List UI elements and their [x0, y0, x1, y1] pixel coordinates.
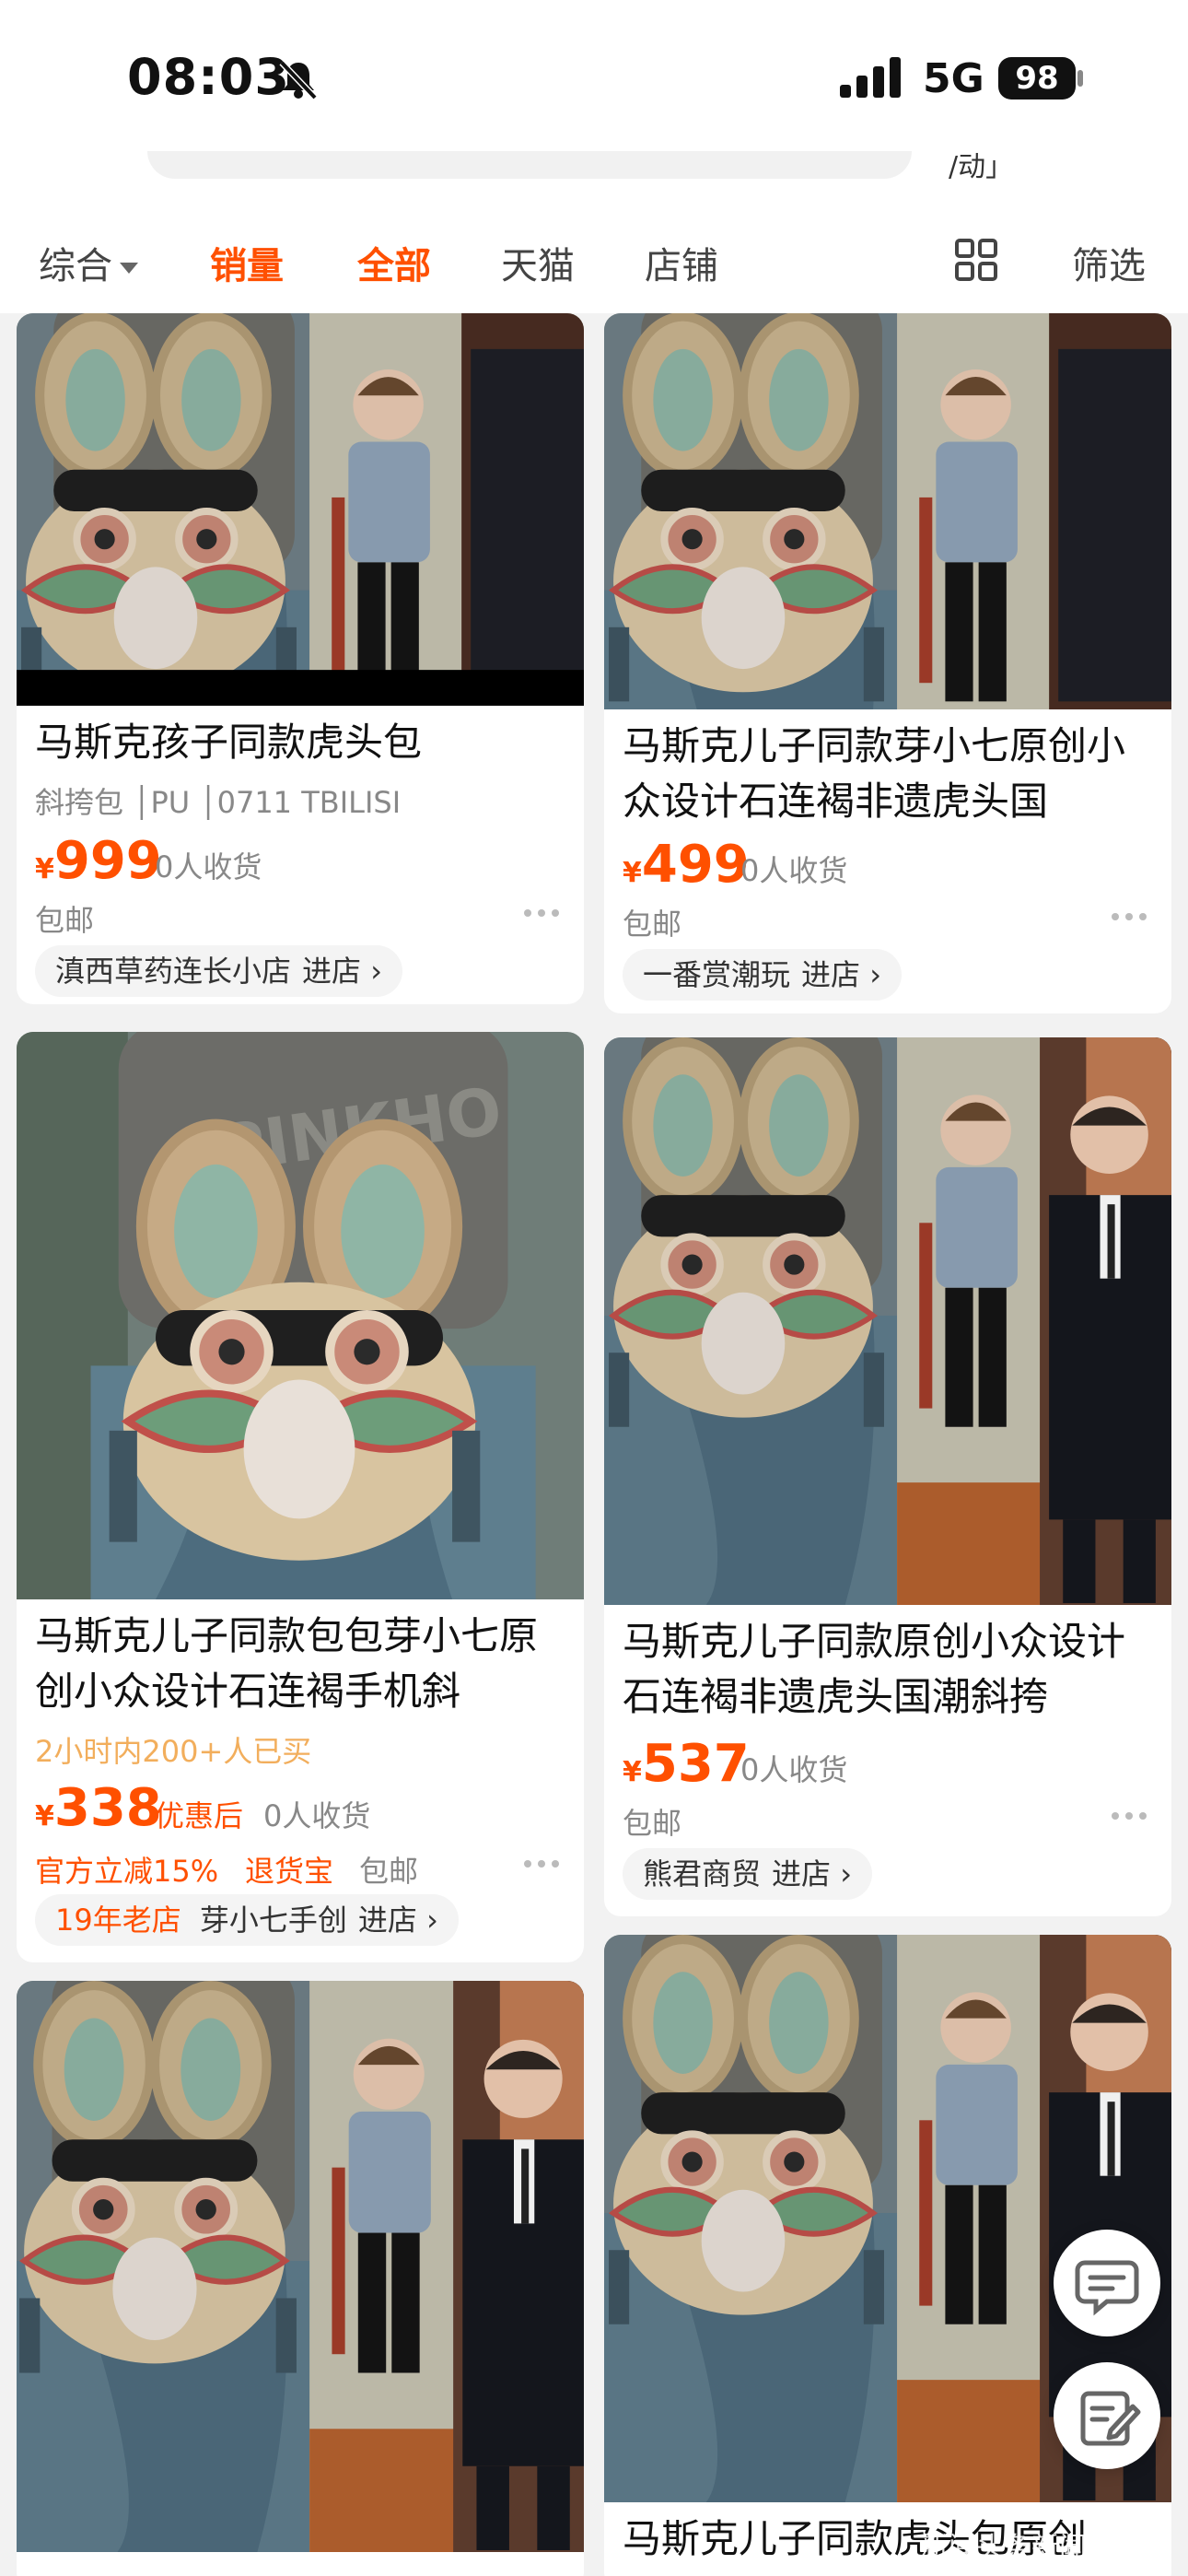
enter-shop-label: 进店 › [357, 1903, 438, 1938]
feedback-button[interactable] [1054, 2362, 1160, 2469]
more-options-icon[interactable] [1111, 912, 1147, 921]
product-title[interactable]: 马斯克儿子同款包包芽小七原创小众设计石连褐手机斜 [35, 1609, 565, 1719]
discount-label: 优惠后 [155, 1798, 244, 1833]
price-value: 537 [641, 1734, 750, 1794]
price-value: 338 [53, 1778, 162, 1838]
product-price: ¥999 [35, 831, 162, 891]
shop-link[interactable]: 熊君商贸 进店 › [623, 1848, 872, 1900]
sold-count: 0人收货 [155, 849, 262, 884]
enter-shop-label: 进店 › [772, 1856, 852, 1891]
shop-name: 滇西草药连长小店 [55, 954, 292, 989]
shop-name: 芽小七手创 [199, 1903, 347, 1938]
product-title[interactable]: 马斯克孩子同款虎头包 [35, 715, 565, 770]
price-value: 499 [641, 835, 750, 895]
silent-bell-icon [279, 60, 318, 100]
recent-purchases: 2小时内200+人已买 [35, 1734, 312, 1769]
product-image[interactable] [604, 313, 1171, 709]
shop-name: 熊君商贸 [643, 1856, 762, 1891]
search-trailing-text: /动」 [949, 151, 1014, 183]
shop-link[interactable]: 一番赏潮玩 进店 › [623, 949, 902, 1001]
filter-sort-comprehensive[interactable]: 综合 [39, 236, 138, 289]
filter-tmall[interactable]: 天猫 [501, 236, 575, 289]
filter-sort-label: 综合 [39, 245, 112, 287]
search-input[interactable] [147, 151, 912, 179]
status-time: 08:03 [127, 48, 290, 106]
product-title[interactable]: 马斯克儿子同款芽小七原创小众设计石连褐非遗虎头国 [623, 719, 1153, 829]
filter-all[interactable]: 全部 [357, 236, 431, 289]
shop-link[interactable]: 19年老店 芽小七手创 进店 › [35, 1894, 459, 1946]
watermark: 新闻头条新闻频道 [921, 2532, 1142, 2564]
product-image[interactable] [604, 1037, 1171, 1605]
product-image[interactable] [17, 1032, 584, 1599]
return-insurance-tag: 退货宝 [245, 1854, 334, 1889]
enter-shop-label: 进店 › [801, 957, 881, 992]
shop-link[interactable]: 滇西草药连长小店 进店 › [35, 945, 402, 997]
product-price: ¥499 [623, 835, 750, 895]
product-card[interactable]: 马斯克孩子同款虎头包 斜挎包 │PU │0711 TBILISI ¥999 0人… [17, 313, 584, 1004]
chevron-down-icon [120, 263, 138, 274]
shop-age-badge: 19年老店 [55, 1903, 181, 1938]
product-card[interactable] [17, 1981, 584, 2576]
sold-count: 0人收货 [263, 1798, 371, 1833]
product-price: ¥338 [35, 1778, 162, 1838]
shipping-tag: 包邮 [623, 907, 682, 942]
customer-service-button[interactable] [1054, 2230, 1160, 2336]
more-options-icon[interactable] [523, 908, 560, 918]
currency-symbol: ¥ [623, 857, 642, 889]
cellular-signal-icon [840, 57, 901, 98]
currency-symbol: ¥ [35, 1800, 54, 1832]
filter-button[interactable]: 筛选 [1072, 236, 1146, 289]
more-options-icon[interactable] [523, 1859, 560, 1868]
shipping-tag: 包邮 [623, 1806, 682, 1841]
product-title[interactable]: 马斯克儿子同款原创小众设计石连褐非遗虎头国潮斜挎 [623, 1614, 1153, 1725]
edit-note-icon [1080, 2391, 1141, 2446]
enter-shop-label: 进店 › [302, 954, 382, 989]
battery-tip [1077, 70, 1083, 87]
shipping-tag: 包邮 [359, 1854, 419, 1889]
status-bar: 08:03 5G 98 [0, 0, 1188, 157]
filter-shops[interactable]: 店铺 [645, 236, 718, 289]
product-attributes: 斜挎包 │PU │0711 TBILISI [35, 785, 402, 820]
product-image[interactable] [17, 1981, 584, 2552]
currency-symbol: ¥ [623, 1756, 642, 1788]
app-screen: 08:03 5G 98 /动」 综合 销量 全部 天猫 店铺 筛选 马斯克孩子同… [0, 0, 1188, 2576]
network-type: 5G [923, 55, 984, 102]
sold-count: 0人收货 [740, 1752, 848, 1787]
shipping-tag: 包邮 [35, 903, 95, 938]
product-image[interactable] [17, 313, 584, 706]
product-card[interactable]: 马斯克儿子同款包包芽小七原创小众设计石连褐手机斜 2小时内200+人已买 ¥33… [17, 1032, 584, 1962]
battery-indicator: 98 [998, 57, 1076, 100]
sold-count: 0人收货 [740, 853, 848, 888]
more-options-icon[interactable] [1111, 1811, 1147, 1821]
currency-symbol: ¥ [35, 853, 54, 885]
chat-bubble-icon [1075, 2260, 1139, 2316]
shop-name: 一番赏潮玩 [643, 957, 791, 992]
promo-tag: 官方立减15% [35, 1854, 219, 1889]
filter-bar: 综合 销量 全部 天猫 店铺 筛选 [0, 193, 1188, 313]
product-card[interactable]: 马斯克儿子同款芽小七原创小众设计石连褐非遗虎头国 ¥499 0人收货 包邮 一番… [604, 313, 1171, 1013]
search-bar-area: /动」 [0, 151, 1188, 193]
filter-sales[interactable]: 销量 [210, 236, 284, 289]
grid-view-icon[interactable] [954, 238, 998, 282]
price-value: 999 [53, 831, 162, 891]
product-card[interactable]: 马斯克儿子同款原创小众设计石连褐非遗虎头国潮斜挎 ¥537 0人收货 包邮 熊君… [604, 1037, 1171, 1916]
product-price: ¥537 [623, 1734, 750, 1794]
